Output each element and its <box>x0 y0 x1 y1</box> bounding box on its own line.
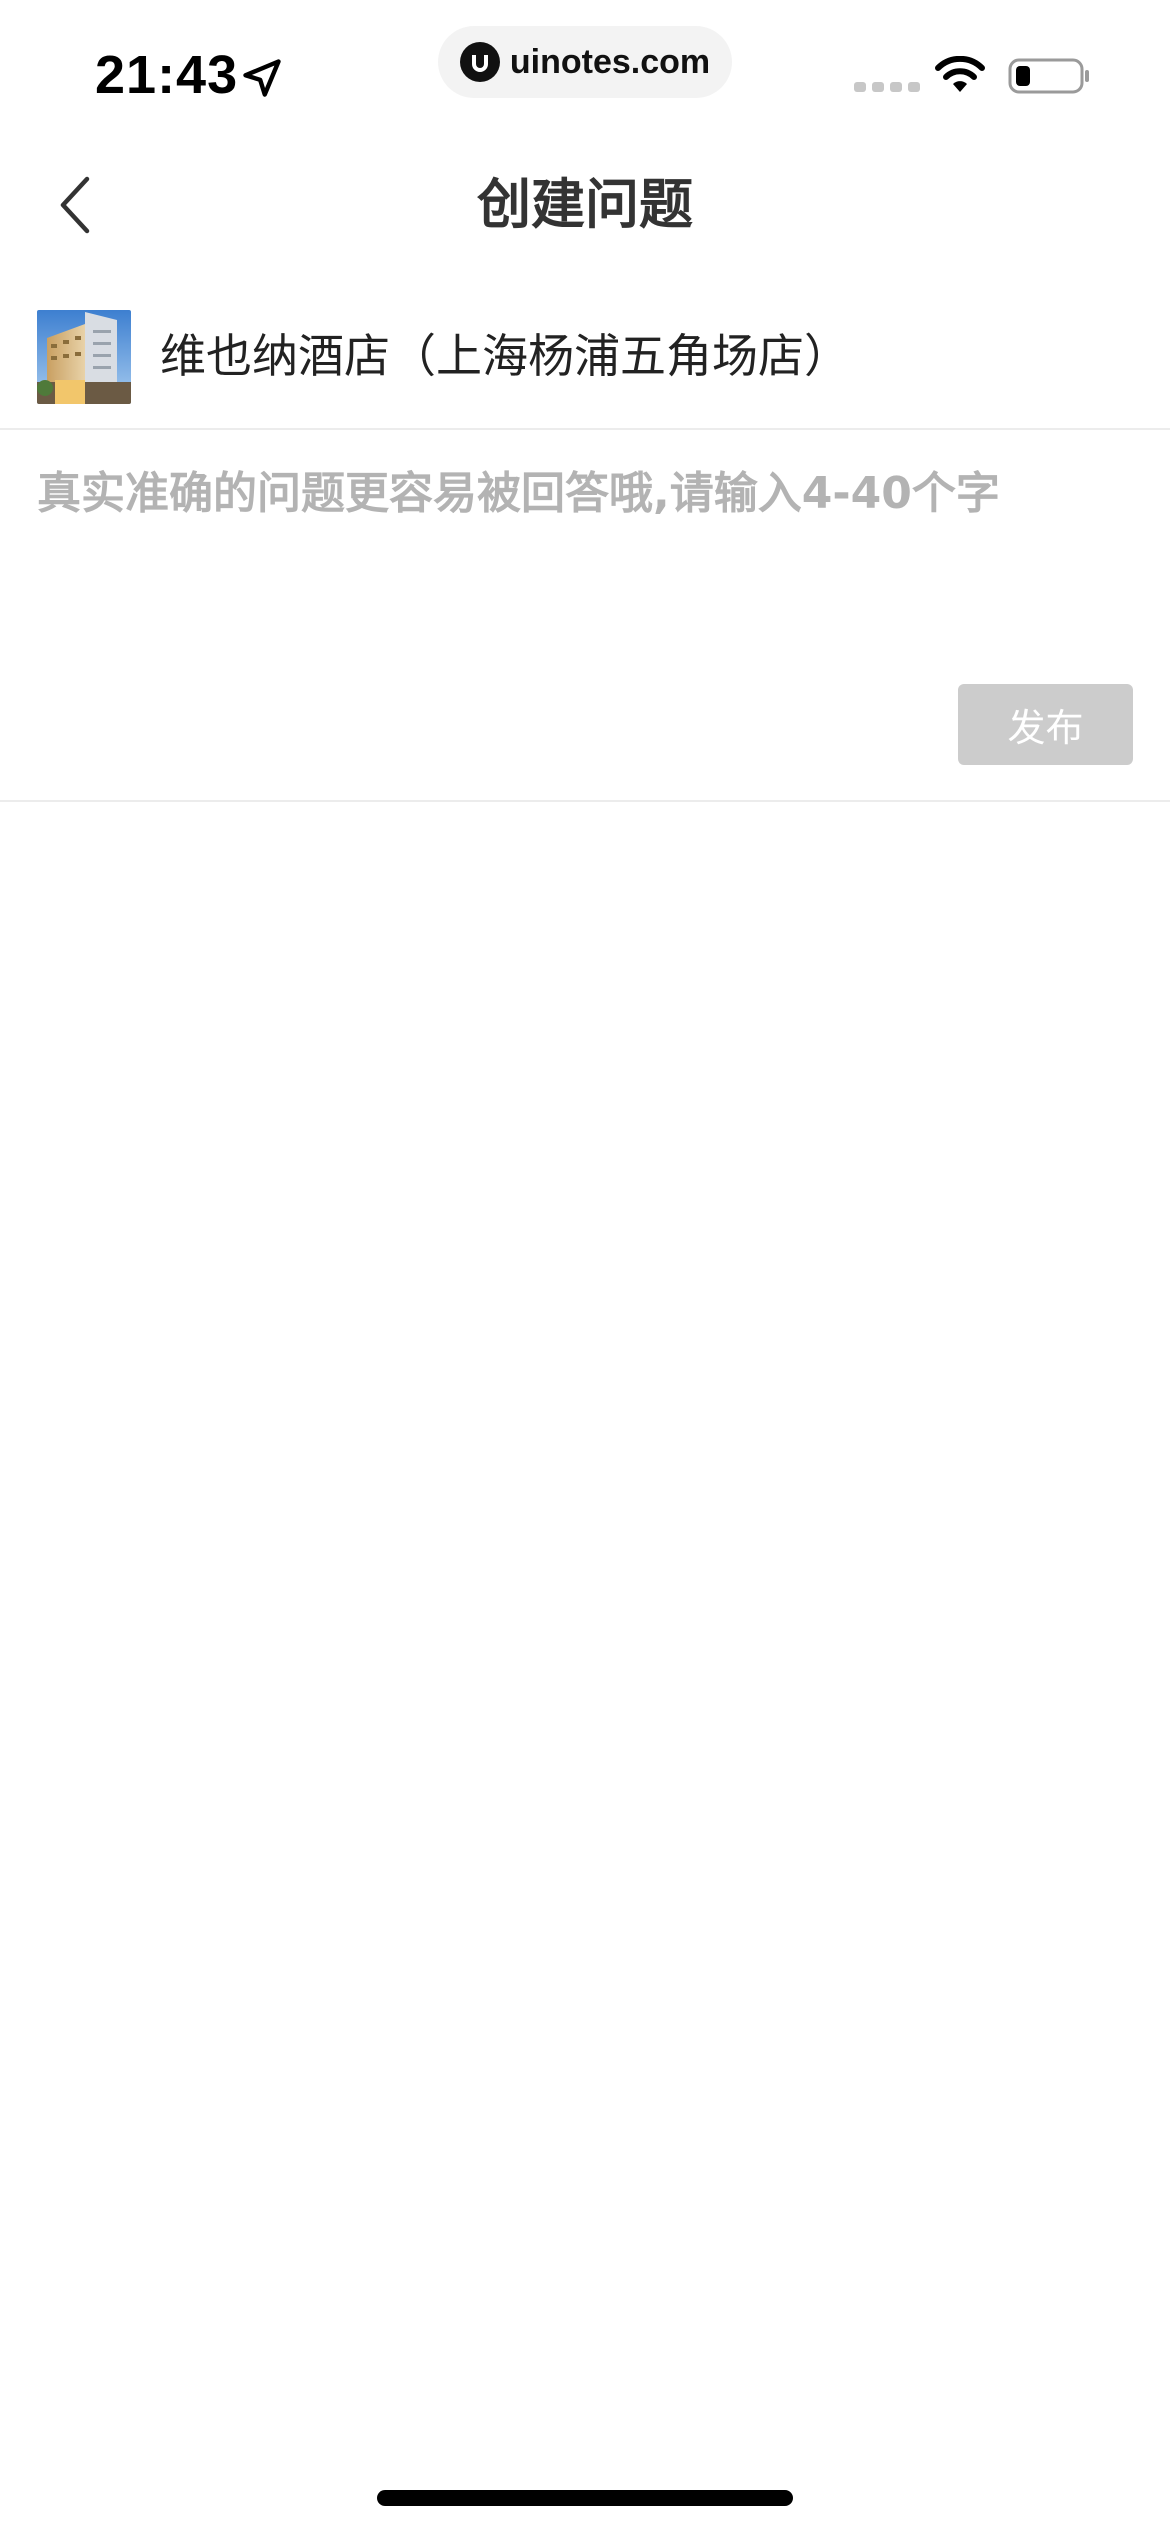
create-question-screen: 21:43 uinotes.com 创建问题 维也纳酒店（上海杨浦五角场店） 真… <box>0 0 1170 2532</box>
divider <box>0 428 1170 430</box>
hotel-row: 维也纳酒店（上海杨浦五角场店） <box>0 308 1170 428</box>
page-title: 创建问题 <box>477 173 693 236</box>
uinotes-logo-icon <box>459 42 500 82</box>
wifi-icon <box>935 56 985 92</box>
location-arrow-icon <box>243 59 281 97</box>
question-area: 发布 <box>0 432 1170 800</box>
hotel-name: 维也纳酒店（上海杨浦五角场店） <box>160 329 850 383</box>
url-pill[interactable]: uinotes.com <box>438 26 732 98</box>
status-bar: 21:43 uinotes.com <box>0 0 1170 130</box>
question-input[interactable] <box>37 462 1127 662</box>
status-time: 21:43 <box>95 45 239 105</box>
url-text: uinotes.com <box>509 42 711 81</box>
divider <box>0 800 1170 802</box>
nav-bar: 创建问题 <box>0 140 1170 270</box>
chevron-left-icon <box>60 176 90 234</box>
battery-icon <box>1008 58 1089 94</box>
hotel-thumbnail <box>37 310 131 404</box>
signal-icon <box>854 82 920 92</box>
home-indicator[interactable] <box>377 2490 793 2506</box>
publish-button[interactable]: 发布 <box>958 684 1133 765</box>
back-button[interactable] <box>40 170 110 240</box>
